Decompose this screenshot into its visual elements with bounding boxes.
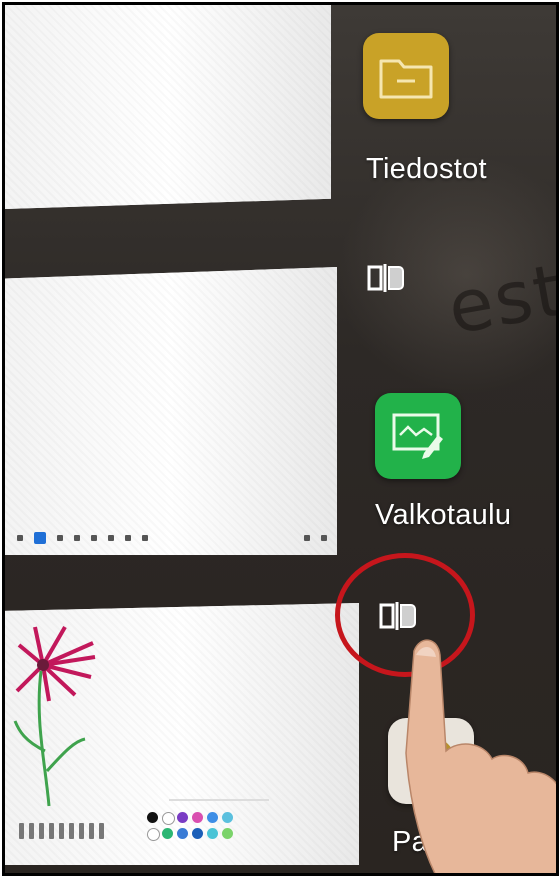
color-swatch bbox=[162, 812, 175, 825]
undo-tool-icon bbox=[108, 535, 114, 541]
recent-app-thumbnail-paint[interactable] bbox=[5, 603, 359, 865]
pen-icon bbox=[49, 823, 54, 839]
files-app-label[interactable]: Tiedostot bbox=[366, 153, 487, 186]
color-swatch bbox=[222, 812, 233, 823]
pen-icon bbox=[79, 823, 84, 839]
shape-tool-icon bbox=[74, 535, 80, 541]
flower-drawing bbox=[13, 625, 96, 807]
palette-header-line bbox=[169, 799, 269, 801]
redo-tool-icon bbox=[125, 535, 131, 541]
color-swatch bbox=[162, 828, 173, 839]
zoom-in-icon bbox=[304, 535, 310, 541]
recent-app-thumbnail-whiteboard[interactable] bbox=[5, 267, 337, 555]
color-swatch bbox=[207, 812, 218, 823]
whiteboard-app-label[interactable]: Valkotaulu bbox=[375, 499, 511, 532]
pen-tool-icon bbox=[34, 532, 46, 544]
color-swatch bbox=[147, 812, 158, 823]
color-swatch bbox=[177, 828, 188, 839]
color-swatch bbox=[192, 828, 203, 839]
files-app-icon[interactable] bbox=[363, 33, 449, 119]
arrow-tool-icon bbox=[57, 535, 63, 541]
select-tool-icon bbox=[17, 535, 23, 541]
pen-icon bbox=[29, 823, 34, 839]
color-swatch bbox=[147, 828, 160, 841]
page-icon bbox=[321, 535, 327, 541]
pen-icon bbox=[69, 823, 74, 839]
split-screen-icon[interactable] bbox=[367, 263, 405, 293]
color-tool-icon bbox=[142, 535, 148, 541]
whiteboard-toolbar bbox=[17, 531, 327, 545]
pen-icon bbox=[39, 823, 44, 839]
color-swatch bbox=[207, 828, 218, 839]
folder-icon bbox=[379, 59, 433, 99]
screen-photo: esti Tiedostot Valkotaulu Pa bbox=[2, 2, 559, 876]
pen-icon bbox=[89, 823, 94, 839]
color-swatch bbox=[222, 828, 233, 839]
color-swatch bbox=[192, 812, 203, 823]
eraser-tool-icon bbox=[91, 535, 97, 541]
color-palette bbox=[147, 812, 234, 841]
pen-icon bbox=[59, 823, 64, 839]
whiteboard-icon bbox=[392, 413, 443, 459]
whiteboard-app-icon[interactable] bbox=[375, 393, 461, 479]
pen-icon bbox=[99, 823, 104, 839]
pointing-finger bbox=[405, 639, 556, 873]
recent-app-thumbnail-files[interactable] bbox=[5, 5, 331, 209]
pen-selector bbox=[19, 823, 104, 839]
pen-icon bbox=[19, 823, 24, 839]
color-swatch bbox=[177, 812, 188, 823]
